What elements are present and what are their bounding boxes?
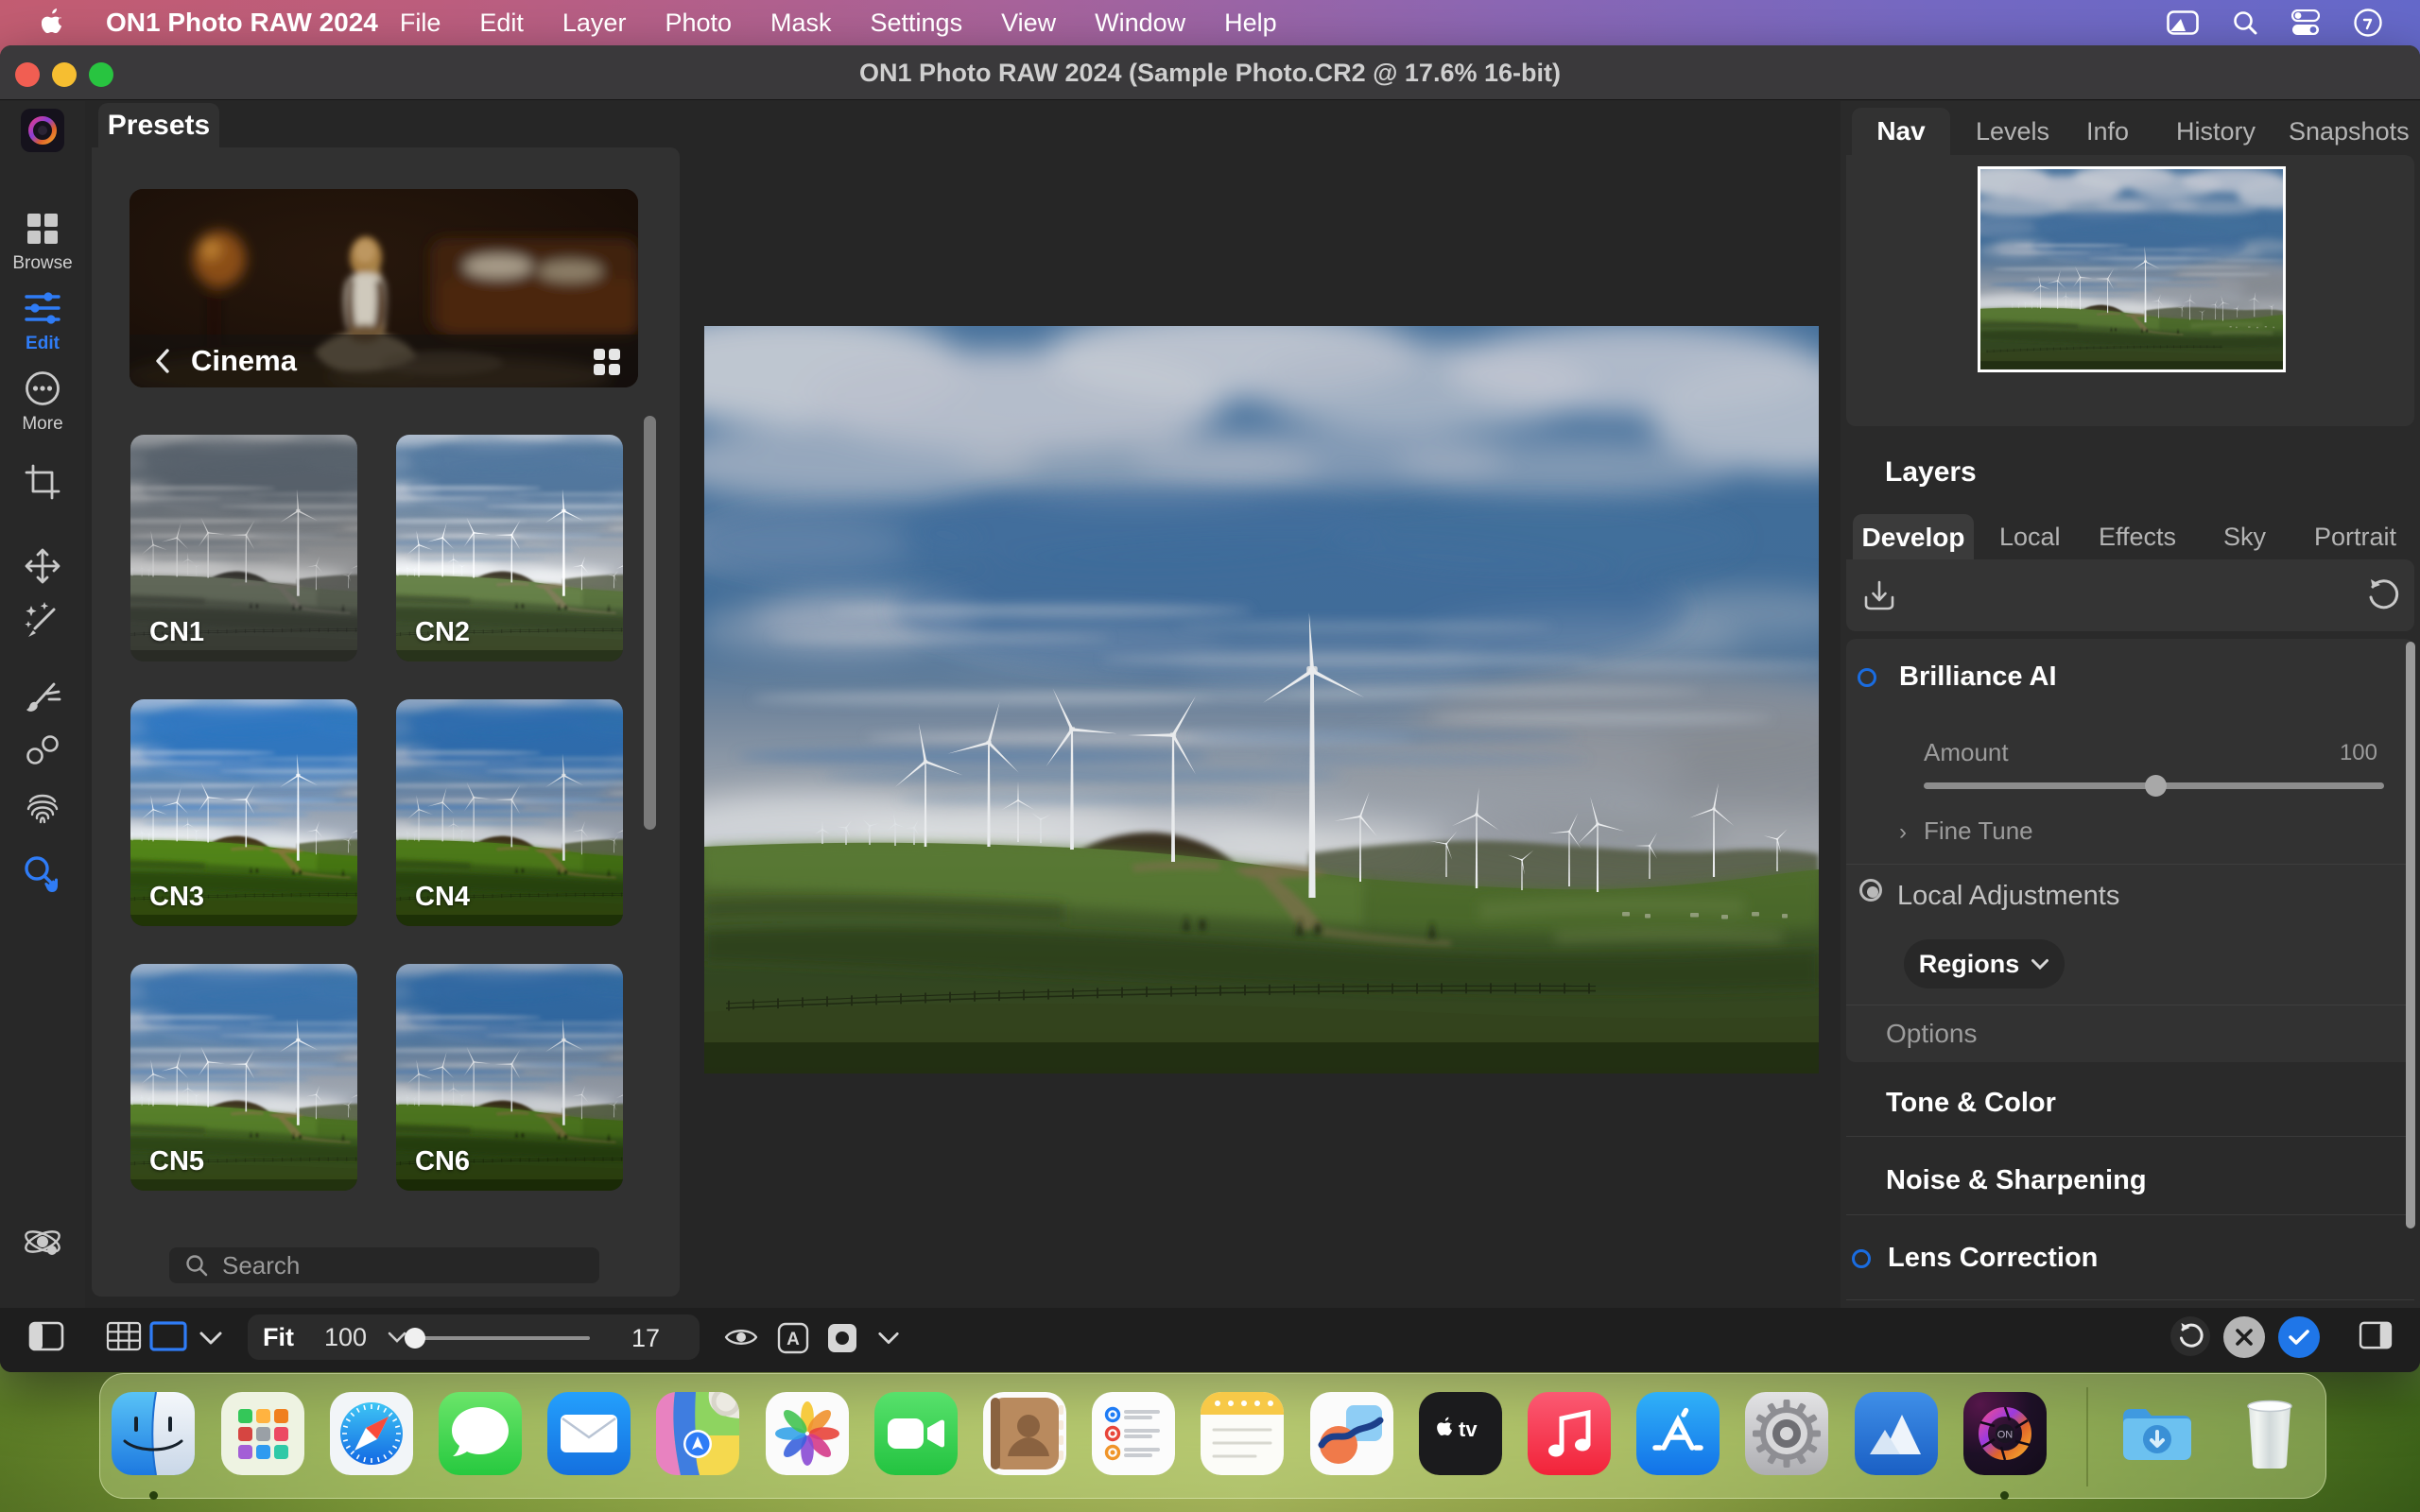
svg-text:ON: ON <box>1997 1430 2014 1441</box>
svg-text:tv: tv <box>1459 1418 1478 1441</box>
svg-text:A: A <box>786 1330 800 1349</box>
